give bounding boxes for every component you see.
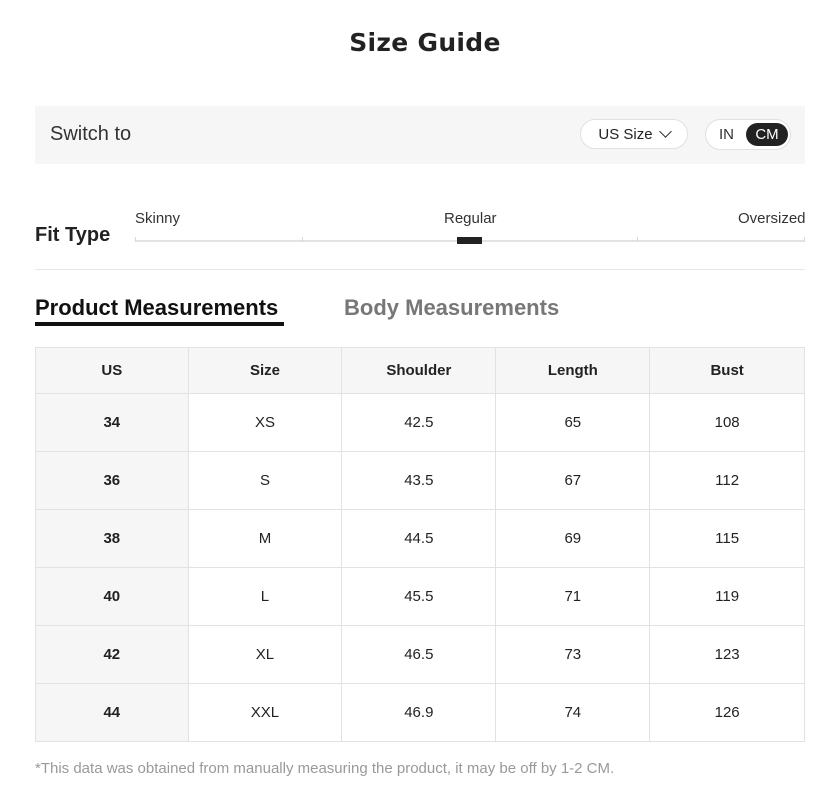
cell-size: L	[187, 567, 343, 626]
fit-scale-tick	[302, 237, 303, 242]
table-row: 44 XXL 46.9 74 126	[35, 683, 805, 742]
cell-length: 65	[495, 393, 651, 452]
cell-length: 73	[495, 625, 651, 684]
cell-length: 69	[495, 509, 651, 568]
fit-option-skinny: Skinny	[135, 210, 181, 227]
cell-length: 71	[495, 567, 651, 626]
cell-length: 67	[495, 451, 651, 510]
cell-shoulder: 43.5	[341, 451, 497, 510]
active-tab-underline	[35, 322, 284, 326]
cell-us: 36	[35, 451, 189, 510]
page-title: Size Guide	[349, 28, 501, 57]
cell-shoulder: 46.9	[341, 683, 497, 742]
cell-us: 42	[35, 625, 189, 684]
cell-us: 34	[35, 393, 189, 452]
unit-switch-bar: Switch to US Size IN CM	[35, 106, 805, 164]
column-header-shoulder: Shoulder	[341, 347, 497, 394]
cell-us: 40	[35, 567, 189, 626]
cell-shoulder: 42.5	[341, 393, 497, 452]
fit-scale-tick	[135, 237, 136, 242]
unit-cm-option[interactable]: CM	[746, 123, 788, 146]
cell-bust: 123	[649, 625, 805, 684]
fit-option-regular: Regular	[444, 210, 497, 227]
table-row: 34 XS 42.5 65 108	[35, 393, 805, 452]
table-row: 40 L 45.5 71 119	[35, 567, 805, 626]
measurement-disclaimer: *This data was obtained from manually me…	[35, 760, 615, 777]
cell-bust: 115	[649, 509, 805, 568]
unit-in-option[interactable]: IN	[719, 126, 734, 143]
fit-scale-tick	[804, 237, 805, 242]
fit-scale-marker	[457, 237, 482, 244]
fit-scale-tick	[637, 237, 638, 242]
switch-label: Switch to	[50, 123, 132, 145]
chevron-down-icon	[658, 125, 672, 138]
cell-size: XL	[187, 625, 343, 684]
cell-size: M	[187, 509, 343, 568]
column-header-us: US	[35, 347, 189, 394]
table-row: 42 XL 46.5 73 123	[35, 625, 805, 684]
table-row: 36 S 43.5 67 112	[35, 451, 805, 510]
tab-product-measurements[interactable]: Product Measurements	[35, 295, 278, 321]
cell-bust: 108	[649, 393, 805, 452]
cell-us: 44	[35, 683, 189, 742]
cell-shoulder: 46.5	[341, 625, 497, 684]
cell-bust: 119	[649, 567, 805, 626]
fit-option-oversized: Oversized	[738, 210, 806, 227]
size-system-value: US Size	[598, 125, 653, 143]
cell-length: 74	[495, 683, 651, 742]
cell-shoulder: 44.5	[341, 509, 497, 568]
cell-us: 38	[35, 509, 189, 568]
unit-toggle[interactable]: IN CM	[705, 119, 791, 150]
tab-body-measurements[interactable]: Body Measurements	[344, 295, 559, 321]
column-header-bust: Bust	[649, 347, 805, 394]
cell-size: XS	[187, 393, 343, 452]
column-header-length: Length	[495, 347, 651, 394]
fit-type-label: Fit Type	[35, 224, 111, 246]
size-system-dropdown[interactable]: US Size	[580, 119, 688, 149]
cell-shoulder: 45.5	[341, 567, 497, 626]
cell-bust: 126	[649, 683, 805, 742]
section-divider	[35, 269, 805, 270]
size-table: US Size Shoulder Length Bust 34 XS 42.5 …	[35, 347, 805, 742]
cell-size: S	[187, 451, 343, 510]
table-row: 38 M 44.5 69 115	[35, 509, 805, 568]
column-header-size: Size	[187, 347, 343, 394]
cell-size: XXL	[187, 683, 343, 742]
table-header-row: US Size Shoulder Length Bust	[35, 347, 805, 394]
cell-bust: 112	[649, 451, 805, 510]
